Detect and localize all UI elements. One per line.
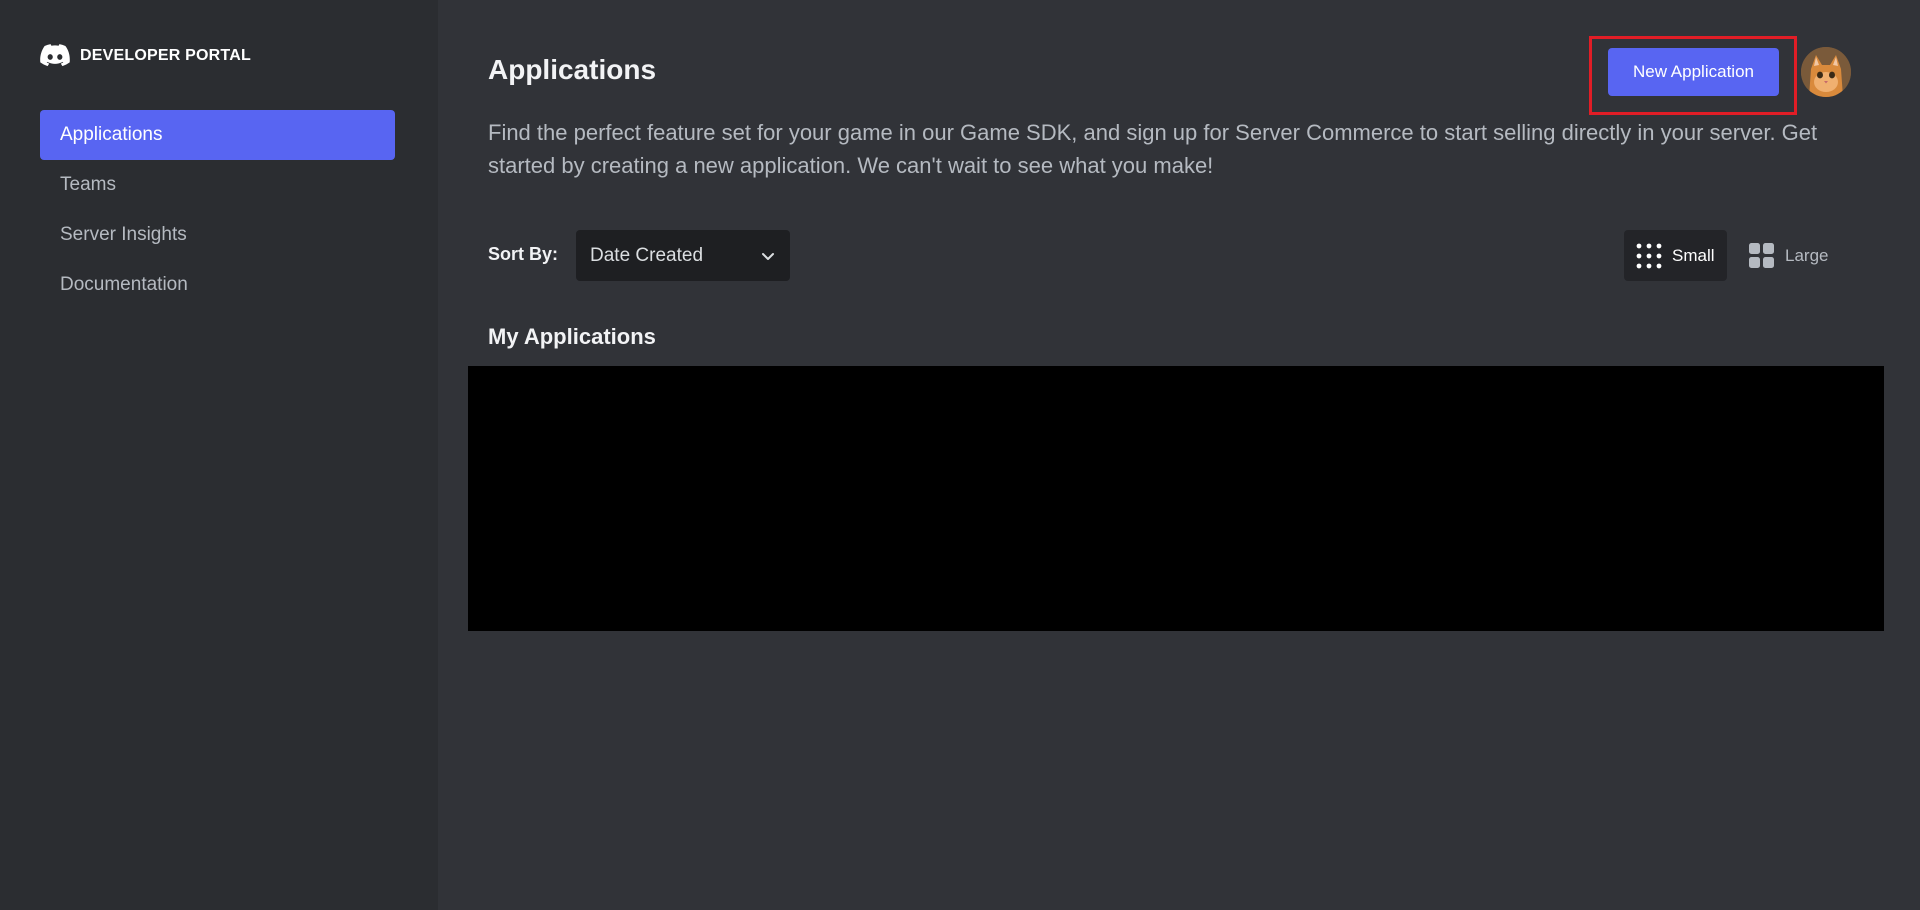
small-grid-icon [1636,243,1662,268]
avatar[interactable] [1801,47,1851,97]
large-grid-icon [1749,242,1774,268]
discord-logo-icon [40,44,70,67]
sort-label: Sort By: [488,244,559,264]
sort-dropdown[interactable]: Date Created [576,230,790,281]
sidebar-item-server-insights[interactable]: Server Insights [40,210,395,260]
my-applications-heading: My Applications [488,324,656,349]
new-application-button[interactable]: New Application [1608,48,1779,96]
sidebar-item-label: Server Insights [60,224,187,245]
sidebar-nav: Applications Teams Server Insights Docum… [40,110,395,310]
sidebar: DEVELOPER PORTAL Applications Teams Serv… [0,0,438,910]
sidebar-item-applications[interactable]: Applications [40,110,395,160]
view-large-label: Large [1785,245,1829,265]
sidebar-item-documentation[interactable]: Documentation [40,260,395,310]
cat-avatar-icon [1801,47,1851,97]
sidebar-item-label: Applications [60,124,163,145]
view-small-label: Small [1672,245,1715,265]
view-large-toggle[interactable]: Large [1739,230,1839,281]
applications-list-redacted [468,366,1884,631]
sidebar-item-teams[interactable]: Teams [40,160,395,210]
page-description: Find the perfect feature set for your ga… [488,120,1818,178]
brand-text: DEVELOPER PORTAL [80,47,251,64]
brand[interactable]: DEVELOPER PORTAL [40,44,251,68]
sort-selected-value: Date Created [590,244,704,266]
page-title: Applications [488,54,657,85]
main-content: Applications New Application Find the pe… [438,0,1920,910]
sidebar-item-label: Teams [60,174,116,195]
view-small-toggle[interactable]: Small [1624,230,1727,281]
chevron-down-icon [762,252,774,260]
sidebar-item-label: Documentation [60,274,188,295]
